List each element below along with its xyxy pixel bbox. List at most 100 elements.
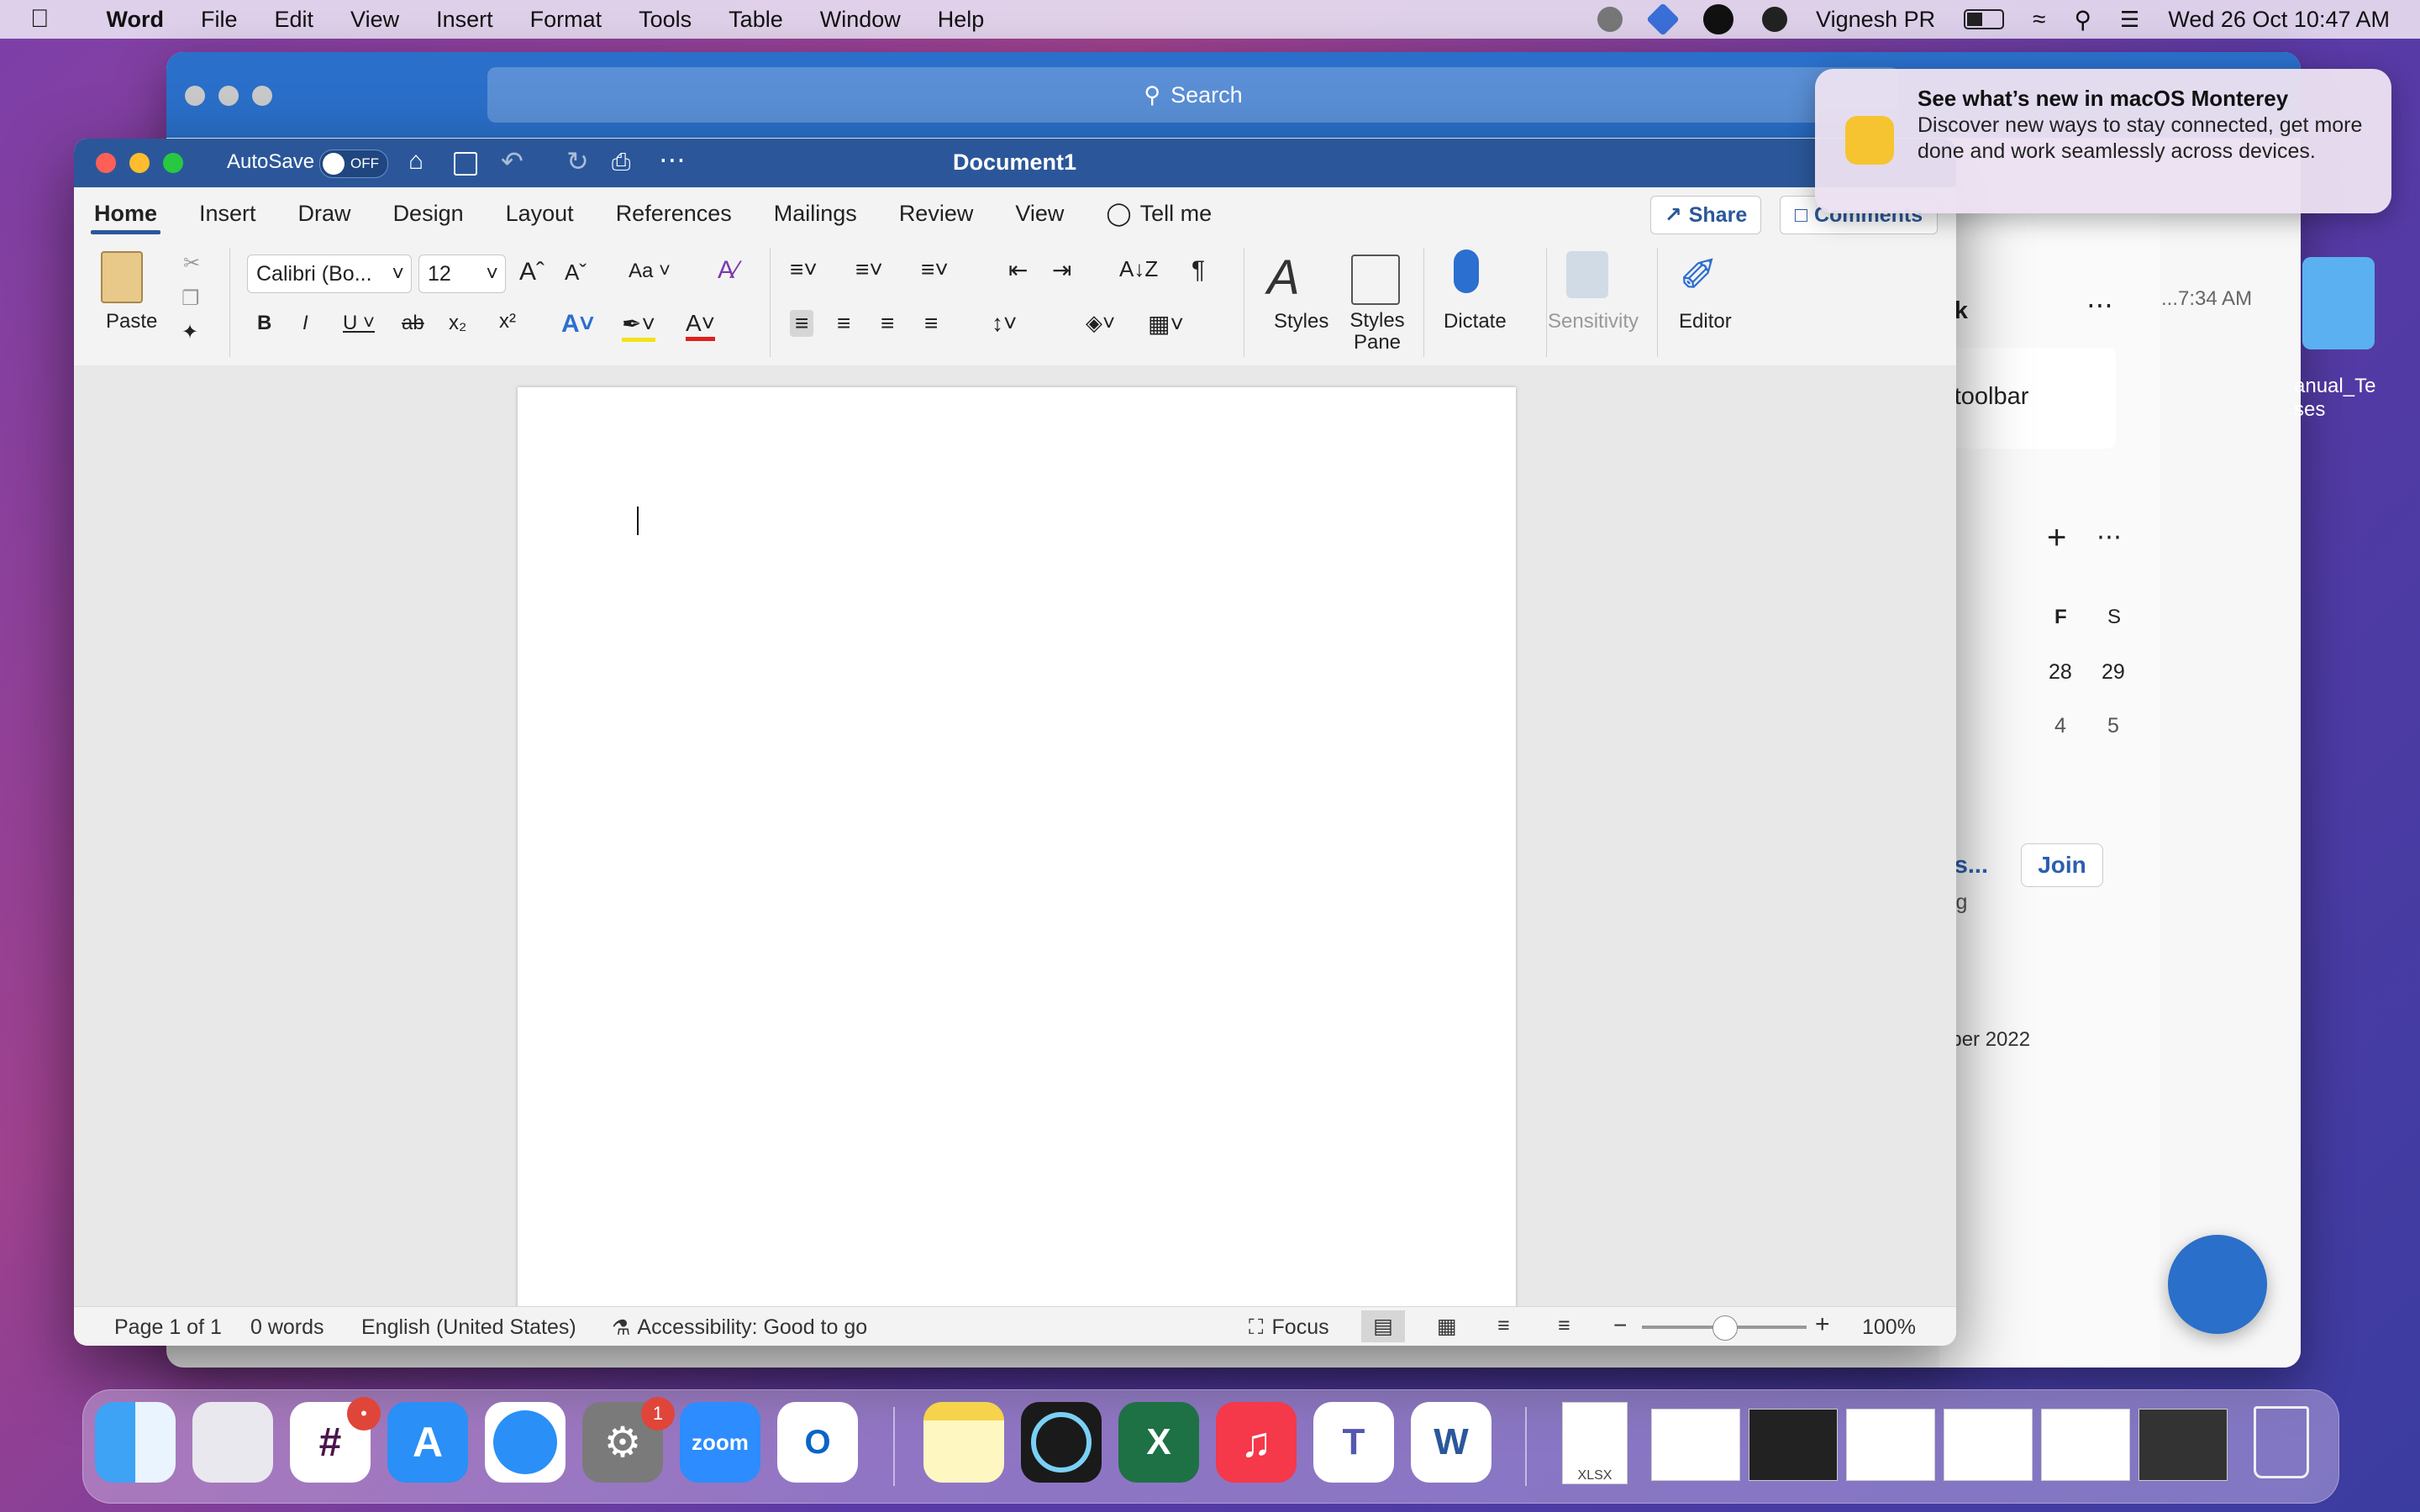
zoom-app-icon[interactable]: zoom [680,1402,760,1483]
zoom-level[interactable]: 100% [1862,1315,1916,1340]
tab-home[interactable]: Home [82,187,169,239]
menu-help[interactable]: Help [938,7,985,33]
tab-review[interactable]: Review [887,187,986,239]
numbering-icon[interactable]: ≡˅ [855,256,883,283]
font-name-select[interactable]: Calibri (Bo... ˅ [247,255,412,293]
menu-view[interactable]: View [350,7,399,33]
quicktime-icon[interactable] [1021,1402,1102,1483]
panel-more-icon[interactable]: ⋯ [2086,289,2113,321]
tab-design[interactable]: Design [381,187,476,239]
clear-formatting-icon[interactable]: A∕ [718,256,739,285]
save-icon[interactable] [454,152,477,176]
outlook-zoom-button[interactable] [252,86,272,106]
show-formatting-icon[interactable]: ¶ [1192,256,1205,285]
desktop-folder[interactable]: anual_Te ses [2294,249,2420,450]
underline-icon[interactable]: U ˅ [343,312,375,335]
calendar-more-icon[interactable]: ⋯ [2096,522,2122,552]
minimize-button[interactable] [129,153,150,173]
zoom-slider[interactable] [1642,1315,1807,1341]
zoom-status-icon[interactable] [1762,7,1788,32]
page-count[interactable]: Page 1 of 1 [114,1315,222,1340]
superscript-icon[interactable]: x² [499,310,516,333]
align-left-icon[interactable]: ≡ [790,310,814,337]
line-spacing-icon[interactable]: ↕˅ [992,310,1017,337]
window-thumbnail[interactable] [2041,1409,2130,1481]
window-thumbnail[interactable] [2139,1409,2228,1481]
web-layout-icon[interactable]: ▦ [1437,1314,1457,1339]
italic-icon[interactable]: I [302,312,308,335]
trash-icon[interactable] [2241,1402,2322,1483]
cal-day[interactable]: 28 [2049,660,2072,685]
change-case-icon[interactable]: Aa ˅ [629,260,671,283]
zoom-out-icon[interactable]: − [1613,1312,1627,1339]
menu-edit[interactable]: Edit [275,7,314,33]
print-layout-icon[interactable]: ▤ [1361,1310,1405,1342]
add-icon[interactable]: + [2047,519,2066,557]
apple-icon[interactable]:  [30,5,50,34]
word-count[interactable]: 0 words [250,1315,324,1340]
battery-icon[interactable] [1964,9,2005,29]
globe-icon[interactable] [1597,7,1623,32]
undo-icon[interactable]: ↶ [501,145,523,177]
language[interactable]: English (United States) [361,1315,576,1340]
bullets-icon[interactable]: ≡˅ [790,256,818,283]
wifi-icon[interactable]: ≈ [2033,6,2045,33]
cal-day[interactable]: 29 [2102,660,2125,685]
home-icon[interactable]: ⌂ [408,147,424,176]
tab-view[interactable]: View [1003,187,1076,239]
text-effects-icon[interactable]: A˅ [561,310,594,339]
zoom-slider-knob[interactable] [1712,1315,1738,1341]
grammarly-icon[interactable] [1703,4,1734,34]
tab-draw[interactable]: Draw [287,187,363,239]
format-painter-icon[interactable]: ✦ [182,320,198,344]
spotlight-icon[interactable]: ⚲ [2075,6,2092,34]
cal-day[interactable]: 4 [2054,714,2066,738]
outlook-search-bar[interactable]: ⚲ Search [487,67,1899,123]
menu-file[interactable]: File [201,7,238,33]
accessibility-status[interactable]: ⚗ Accessibility: Good to go [612,1315,867,1341]
grow-font-icon[interactable]: Aˆ [519,258,544,286]
multilevel-list-icon[interactable]: ≡˅ [921,256,949,283]
shading-icon[interactable]: ◈˅ [1086,310,1115,336]
menu-format[interactable]: Format [530,7,602,33]
xlsx-file-thumbnail[interactable]: XLSX [1562,1402,1628,1484]
zoom-in-icon[interactable]: + [1815,1310,1830,1339]
zoom-button[interactable] [163,153,183,173]
align-right-icon[interactable]: ≡ [881,310,894,337]
vpn-icon[interactable] [1646,3,1680,36]
font-color-icon[interactable]: A˅ [686,310,716,341]
borders-icon[interactable]: ▦˅ [1148,310,1184,338]
more-icon[interactable]: ⋯ [659,144,686,176]
music-icon[interactable]: ♫ [1216,1402,1297,1483]
dictate-label[interactable]: Dictate [1444,310,1507,333]
tab-layout[interactable]: Layout [494,187,586,239]
outlook-minimize-button[interactable] [218,86,239,106]
font-size-select[interactable]: 12 ˅ [418,255,506,293]
tell-me[interactable]: ◯ Tell me [1094,187,1223,239]
control-center-icon[interactable]: ☰ [2120,7,2139,33]
cal-day[interactable]: 5 [2107,714,2119,738]
window-thumbnail[interactable] [1651,1409,1740,1481]
print-icon[interactable]: ⎙ [612,149,630,176]
datetime[interactable]: Wed 26 Oct 10:47 AM [2168,7,2390,33]
decrease-indent-icon[interactable]: ⇤ [1008,256,1028,284]
outline-view-icon[interactable]: ≡ [1497,1314,1510,1338]
align-center-icon[interactable]: ≡ [837,310,850,337]
finder-icon[interactable] [95,1402,176,1483]
user-name[interactable]: Vignesh PR [1816,7,1935,33]
menu-app-name[interactable]: Word [107,7,165,33]
draft-view-icon[interactable]: ≡ [1558,1314,1570,1338]
tab-references[interactable]: References [604,187,744,239]
teams-icon[interactable]: T [1313,1402,1394,1483]
focus-button[interactable]: ⛶ Focus [1249,1315,1329,1340]
app-store-icon[interactable]: A [387,1402,468,1483]
join-button[interactable]: Join [2021,843,2103,887]
bold-icon[interactable]: B [257,312,271,335]
shrink-font-icon[interactable]: Aˇ [565,260,587,286]
sort-icon[interactable]: A↓Z [1119,256,1158,282]
excel-icon[interactable]: X [1118,1402,1199,1483]
outlook-close-button[interactable] [185,86,205,106]
window-thumbnail[interactable] [1944,1409,2033,1481]
menu-insert[interactable]: Insert [436,7,493,33]
word-app-icon[interactable]: W [1411,1402,1491,1483]
